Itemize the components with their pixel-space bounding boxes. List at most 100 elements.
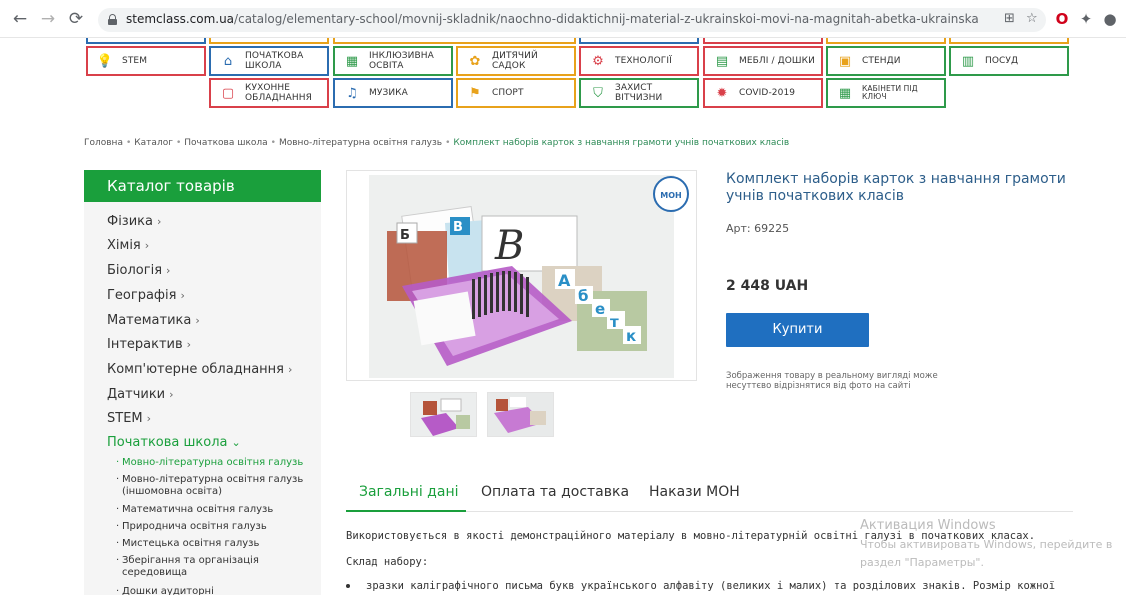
menu-strip xyxy=(949,38,1069,44)
breadcrumb-home[interactable]: Головна xyxy=(84,138,123,148)
menu-tile-sport[interactable]: ⚑ СПОРТ xyxy=(456,78,576,108)
cabinet-icon: ▦ xyxy=(838,85,852,101)
menu-strip xyxy=(703,38,823,44)
chevron-right-icon: › xyxy=(146,412,152,425)
chevron-right-icon: › xyxy=(169,388,174,401)
sidebar-subitem-storage[interactable]: Зберігання та організація середовища xyxy=(116,555,312,579)
menu-tile-technology[interactable]: ⚙ ТЕХНОЛОГІЇ xyxy=(579,46,699,76)
menu-tile-label: СПОРТ xyxy=(492,88,524,98)
chevron-down-icon: ⌄ xyxy=(231,436,241,449)
sidebar-subitem-language[interactable]: Мовно-літературна освітня галузь xyxy=(116,457,312,469)
svg-text:е: е xyxy=(595,300,605,318)
product-main-image[interactable]: B А б е т к Б В МОН xyxy=(346,170,697,381)
school-icon: ⌂ xyxy=(223,53,233,69)
translate-icon[interactable]: ⊞ xyxy=(1004,11,1015,26)
tab-general[interactable]: Загальні дані xyxy=(359,484,458,500)
menu-strip xyxy=(826,38,946,44)
chevron-right-icon: › xyxy=(186,338,192,351)
url-path: /catalog/elementary-school/movnij-skladn… xyxy=(234,12,979,26)
sidebar-subitem-math[interactable]: Математична освітня галузь xyxy=(116,504,312,516)
sidebar-item-label: Початкова школа xyxy=(107,435,228,450)
reload-icon[interactable]: ⟳ xyxy=(66,9,86,29)
address-bar[interactable]: stemclass.com.ua/catalog/elementary-scho… xyxy=(98,8,1046,32)
breadcrumb-primary-school[interactable]: Початкова школа xyxy=(184,138,267,148)
menu-tile-turnkey[interactable]: ▦ КАБІНЕТИ ПІД КЛЮЧ xyxy=(826,78,946,108)
back-arrow-icon[interactable]: ← xyxy=(10,9,30,29)
sidebar-item-physics[interactable]: Фізика › xyxy=(107,214,161,229)
menu-tile-covid[interactable]: ✹ COVID-2019 xyxy=(703,78,823,108)
tab-payment-delivery[interactable]: Оплата та доставка xyxy=(481,484,629,500)
forward-arrow-icon[interactable]: → xyxy=(38,9,58,29)
menu-tile-inclusive[interactable]: ▦ ІНКЛЮЗИВНА ОСВІТА xyxy=(333,46,453,76)
svg-text:В: В xyxy=(453,220,463,235)
bookmark-star-icon[interactable]: ☆ xyxy=(1026,11,1038,26)
menu-tile-primary-school[interactable]: ⌂ ПОЧАТКОВА ШКОЛА xyxy=(209,46,329,76)
sidebar-subitem-foreign-language[interactable]: Мовно-літературна освітня галузь (іншомо… xyxy=(116,474,312,498)
menu-tile-music[interactable]: ♫ МУЗИКА xyxy=(333,78,453,108)
chevron-right-icon: › xyxy=(156,215,162,228)
bullet-dot xyxy=(346,584,350,588)
sidebar-subitem-nature[interactable]: Природнича освітня галузь xyxy=(116,521,312,533)
sidebar-item-computers[interactable]: Комп'ютерне обладнання › xyxy=(107,362,292,377)
shield-icon: ⛉ xyxy=(593,85,603,101)
sidebar-item-label: Хімія xyxy=(107,238,141,253)
active-tab-indicator xyxy=(346,510,466,512)
product-title: Комплект наборів карток з навчання грамо… xyxy=(726,171,1066,204)
puzzle-extensions-icon[interactable]: ✦ xyxy=(1076,9,1096,29)
sidebar-subitem-art[interactable]: Мистецька освітня галузь xyxy=(116,538,312,550)
sidebar-item-stem[interactable]: STEM › xyxy=(107,411,151,426)
sidebar-item-label: STEM xyxy=(107,411,143,426)
menu-tile-furniture[interactable]: ▤ МЕБЛІ / ДОШКИ xyxy=(703,46,823,76)
menu-tile-label: СТЕНДИ xyxy=(862,56,901,66)
menu-tile-stem[interactable]: 💡 STEM xyxy=(86,46,206,76)
buy-button[interactable]: Купити xyxy=(726,313,869,347)
menu-tile-label: ПОСУД xyxy=(985,56,1019,66)
svg-text:т: т xyxy=(610,313,619,331)
sidebar-subitem-boards[interactable]: Дошки аудиторні xyxy=(116,586,312,595)
chevron-right-icon: › xyxy=(180,289,185,302)
product-thumbnail-2[interactable] xyxy=(487,392,554,437)
menu-tile-defense[interactable]: ⛉ ЗАХИСТ ВІТЧИЗНИ xyxy=(579,78,699,108)
menu-tile-dishes[interactable]: ▥ ПОСУД xyxy=(949,46,1069,76)
menu-strip xyxy=(333,38,576,44)
menu-tile-label: ІНКЛЮЗИВНА ОСВІТА xyxy=(369,51,434,71)
breadcrumb-catalog[interactable]: Каталог xyxy=(134,138,173,148)
menu-tile-label: STEM xyxy=(122,56,148,66)
menu-tile-stands[interactable]: ▣ СТЕНДИ xyxy=(826,46,946,76)
product-tabs: Загальні дані Оплата та доставка Накази … xyxy=(346,482,1073,512)
sidebar-item-interactive[interactable]: Інтерактив › xyxy=(107,337,191,352)
menu-tile-label: КУХОННЕ ОБЛАДНАННЯ xyxy=(245,83,312,103)
profile-icon[interactable]: ● xyxy=(1100,9,1120,29)
kindergarten-icon: ✿ xyxy=(469,53,481,69)
chevron-right-icon: › xyxy=(166,264,171,277)
thumbnail-photo xyxy=(411,393,476,436)
inclusive-icon: ▦ xyxy=(345,53,359,69)
breadcrumb-current: Комплект наборів карток з навчання грамо… xyxy=(453,138,790,148)
menu-tile-label: COVID-2019 xyxy=(739,88,796,98)
menu-tile-kindergarten[interactable]: ✿ ДИТЯЧИЙ САДОК xyxy=(456,46,576,76)
url-text: stemclass.com.ua/catalog/elementary-scho… xyxy=(126,12,979,26)
chevron-right-icon: › xyxy=(195,314,200,327)
opera-extension-icon[interactable]: O xyxy=(1052,9,1072,29)
svg-text:Б: Б xyxy=(400,228,410,243)
menu-tile-label: МЕБЛІ / ДОШКИ xyxy=(739,56,815,66)
sidebar-item-label: Математика xyxy=(107,313,192,328)
menu-tile-label: ТЕХНОЛОГІЇ xyxy=(615,56,672,66)
menu-tile-label: ДИТЯЧИЙ САДОК xyxy=(492,51,538,71)
menu-tile-kitchen[interactable]: ▢ КУХОННЕ ОБЛАДНАННЯ xyxy=(209,78,329,108)
sidebar-item-math[interactable]: Математика › xyxy=(107,313,200,328)
windows-activation-line1: Чтобы активировать Windows, перейдите в xyxy=(860,538,1113,551)
product-article: Арт: 69225 xyxy=(726,222,790,235)
sidebar-item-primary-school[interactable]: Початкова школа ⌄ xyxy=(107,435,241,450)
sidebar-item-sensors[interactable]: Датчики › xyxy=(107,387,174,402)
product-thumbnail-1[interactable] xyxy=(410,392,477,437)
sidebar-item-biology[interactable]: Біологія › xyxy=(107,263,170,278)
url-host: stemclass.com.ua xyxy=(126,12,235,26)
svg-text:б: б xyxy=(578,287,588,305)
windows-activation-title: Активация Windows xyxy=(860,518,996,533)
sidebar-item-chemistry[interactable]: Хімія › xyxy=(107,238,149,253)
menu-tile-label: МУЗИКА xyxy=(369,88,408,98)
tab-mon-orders[interactable]: Накази МОН xyxy=(649,484,740,500)
breadcrumb-language-area[interactable]: Мовно-літературна освітня галузь xyxy=(279,138,442,148)
sidebar-item-geography[interactable]: Географія › xyxy=(107,288,185,303)
